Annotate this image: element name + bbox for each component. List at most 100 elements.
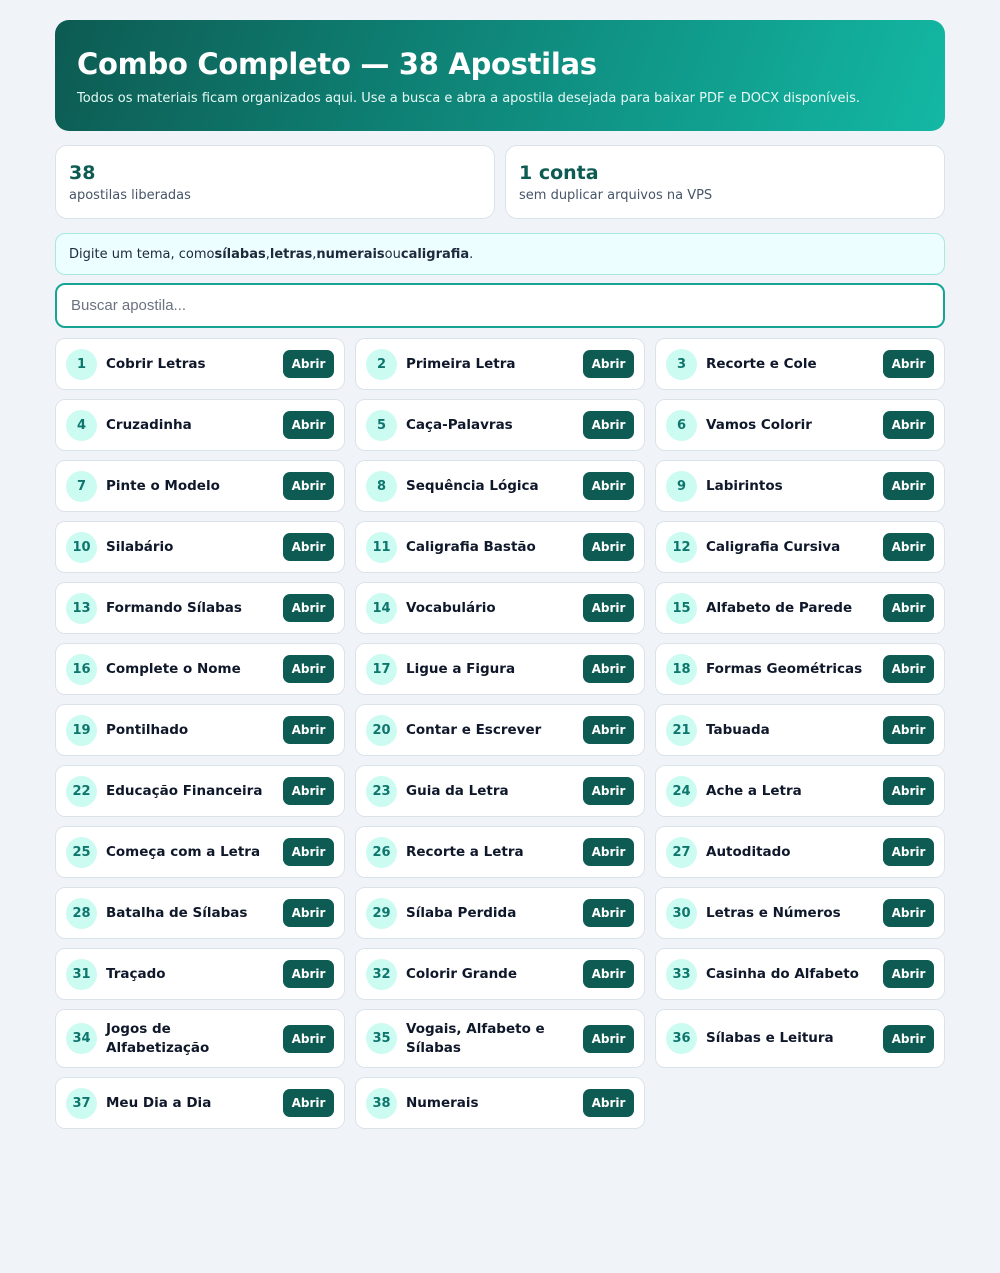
apostila-title: Formas Geométricas bbox=[706, 660, 863, 677]
apostila-card: 10 Silabário Abrir bbox=[55, 521, 345, 573]
open-button[interactable]: Abrir bbox=[883, 411, 934, 439]
open-button[interactable]: Abrir bbox=[883, 716, 934, 744]
open-button[interactable]: Abrir bbox=[283, 960, 334, 988]
open-button[interactable]: Abrir bbox=[583, 594, 634, 622]
apostila-number-badge: 23 bbox=[366, 775, 397, 807]
stat-card-apostilas: 38 apostilas liberadas bbox=[55, 145, 495, 219]
open-button[interactable]: Abrir bbox=[583, 777, 634, 805]
open-button[interactable]: Abrir bbox=[283, 533, 334, 561]
apostila-card: 1 Cobrir Letras Abrir bbox=[55, 338, 345, 390]
apostila-number-badge: 25 bbox=[66, 836, 97, 868]
apostila-title: Cobrir Letras bbox=[106, 355, 206, 372]
apostila-title: Recorte e Cole bbox=[706, 355, 817, 372]
open-button[interactable]: Abrir bbox=[283, 899, 334, 927]
open-button[interactable]: Abrir bbox=[283, 1024, 334, 1053]
apostila-number-badge: 21 bbox=[666, 714, 697, 746]
apostila-card: 14 Vocabulário Abrir bbox=[355, 582, 645, 634]
open-button[interactable]: Abrir bbox=[283, 838, 334, 866]
apostila-title: Jogos de Alfabetização bbox=[106, 1020, 210, 1056]
apostila-card: 23 Guia da Letra Abrir bbox=[355, 765, 645, 817]
apostila-title: Casinha do Alfabeto bbox=[706, 965, 859, 982]
open-button[interactable]: Abrir bbox=[283, 655, 334, 683]
apostila-card: 27 Autoditado Abrir bbox=[655, 826, 945, 878]
apostila-card: 35 Vogais, Alfabeto e Sílabas Abrir bbox=[355, 1009, 645, 1068]
open-button[interactable]: Abrir bbox=[583, 838, 634, 866]
apostila-number-badge: 33 bbox=[666, 958, 697, 990]
apostila-card: 29 Sílaba Perdida Abrir bbox=[355, 887, 645, 939]
apostila-number-badge: 29 bbox=[366, 897, 397, 929]
apostila-title: Cruzadinha bbox=[106, 416, 192, 433]
open-button[interactable]: Abrir bbox=[583, 899, 634, 927]
open-button[interactable]: Abrir bbox=[583, 960, 634, 988]
open-button[interactable]: Abrir bbox=[883, 960, 934, 988]
apostila-card: 26 Recorte a Letra Abrir bbox=[355, 826, 645, 878]
stat-value: 38 bbox=[69, 162, 96, 184]
apostila-number-badge: 4 bbox=[66, 409, 97, 441]
apostila-title: Ligue a Figura bbox=[406, 660, 516, 677]
open-button[interactable]: Abrir bbox=[883, 533, 934, 561]
apostila-title: Meu Dia a Dia bbox=[106, 1094, 212, 1111]
apostila-title: Guia da Letra bbox=[406, 782, 509, 799]
apostila-title: Sílabas e Leitura bbox=[706, 1030, 834, 1046]
open-button[interactable]: Abrir bbox=[583, 1024, 634, 1053]
open-button[interactable]: Abrir bbox=[583, 716, 634, 744]
apostila-number-badge: 3 bbox=[666, 348, 697, 380]
stat-value: 1 conta bbox=[519, 162, 599, 184]
open-button[interactable]: Abrir bbox=[883, 899, 934, 927]
open-button[interactable]: Abrir bbox=[283, 411, 334, 439]
open-button[interactable]: Abrir bbox=[883, 350, 934, 378]
apostila-number-badge: 22 bbox=[66, 775, 97, 807]
apostila-title: Educação Financeira bbox=[106, 782, 263, 799]
apostila-title: Vogais, Alfabeto e Sílabas bbox=[406, 1020, 545, 1056]
page-title: Combo Completo — 38 Apostilas bbox=[77, 47, 597, 81]
apostila-number-badge: 13 bbox=[66, 592, 97, 624]
open-button[interactable]: Abrir bbox=[583, 350, 634, 378]
apostila-title: Formando Sílabas bbox=[106, 599, 242, 616]
open-button[interactable]: Abrir bbox=[283, 777, 334, 805]
open-button[interactable]: Abrir bbox=[583, 1089, 634, 1117]
open-button[interactable]: Abrir bbox=[883, 1024, 934, 1053]
apostila-card: 2 Primeira Letra Abrir bbox=[355, 338, 645, 390]
open-button[interactable]: Abrir bbox=[583, 533, 634, 561]
apostila-card: 8 Sequência Lógica Abrir bbox=[355, 460, 645, 512]
open-button[interactable]: Abrir bbox=[283, 350, 334, 378]
apostila-number-badge: 20 bbox=[366, 714, 397, 746]
hint-term: letras bbox=[269, 246, 313, 262]
open-button[interactable]: Abrir bbox=[883, 594, 934, 622]
apostila-title: Caligrafia Cursiva bbox=[706, 538, 841, 555]
apostila-number-badge: 5 bbox=[366, 409, 397, 441]
stat-label: apostilas liberadas bbox=[69, 188, 191, 203]
open-button[interactable]: Abrir bbox=[583, 411, 634, 439]
open-button[interactable]: Abrir bbox=[583, 472, 634, 500]
open-button[interactable]: Abrir bbox=[883, 777, 934, 805]
apostila-number-badge: 9 bbox=[666, 470, 697, 502]
open-button[interactable]: Abrir bbox=[283, 1089, 334, 1117]
stat-label: sem duplicar arquivos na VPS bbox=[519, 188, 713, 203]
page-subtitle: Todos os materiais ficam organizados aqu… bbox=[77, 91, 861, 106]
open-button[interactable]: Abrir bbox=[883, 838, 934, 866]
apostila-card: 15 Alfabeto de Parede Abrir bbox=[655, 582, 945, 634]
apostila-number-badge: 36 bbox=[666, 1023, 697, 1054]
open-button[interactable]: Abrir bbox=[583, 655, 634, 683]
apostila-card: 25 Começa com a Letra Abrir bbox=[55, 826, 345, 878]
open-button[interactable]: Abrir bbox=[283, 472, 334, 500]
apostila-card: 3 Recorte e Cole Abrir bbox=[655, 338, 945, 390]
apostila-number-badge: 38 bbox=[366, 1087, 397, 1119]
apostila-card: 11 Caligrafia Bastão Abrir bbox=[355, 521, 645, 573]
open-button[interactable]: Abrir bbox=[283, 594, 334, 622]
apostila-number-badge: 15 bbox=[666, 592, 697, 624]
apostila-title: Tabuada bbox=[706, 721, 770, 738]
apostila-number-badge: 1 bbox=[66, 348, 97, 380]
hint-text: Digite um tema, como bbox=[69, 246, 215, 262]
open-button[interactable]: Abrir bbox=[883, 655, 934, 683]
apostila-number-badge: 35 bbox=[366, 1023, 397, 1054]
apostila-card: 13 Formando Sílabas Abrir bbox=[55, 582, 345, 634]
apostila-card: 18 Formas Geométricas Abrir bbox=[655, 643, 945, 695]
search-input[interactable] bbox=[55, 283, 945, 328]
open-button[interactable]: Abrir bbox=[883, 472, 934, 500]
apostila-title: Primeira Letra bbox=[406, 355, 516, 372]
apostila-number-badge: 6 bbox=[666, 409, 697, 441]
open-button[interactable]: Abrir bbox=[283, 716, 334, 744]
apostila-number-badge: 32 bbox=[366, 958, 397, 990]
apostila-card: 38 Numerais Abrir bbox=[355, 1077, 645, 1129]
